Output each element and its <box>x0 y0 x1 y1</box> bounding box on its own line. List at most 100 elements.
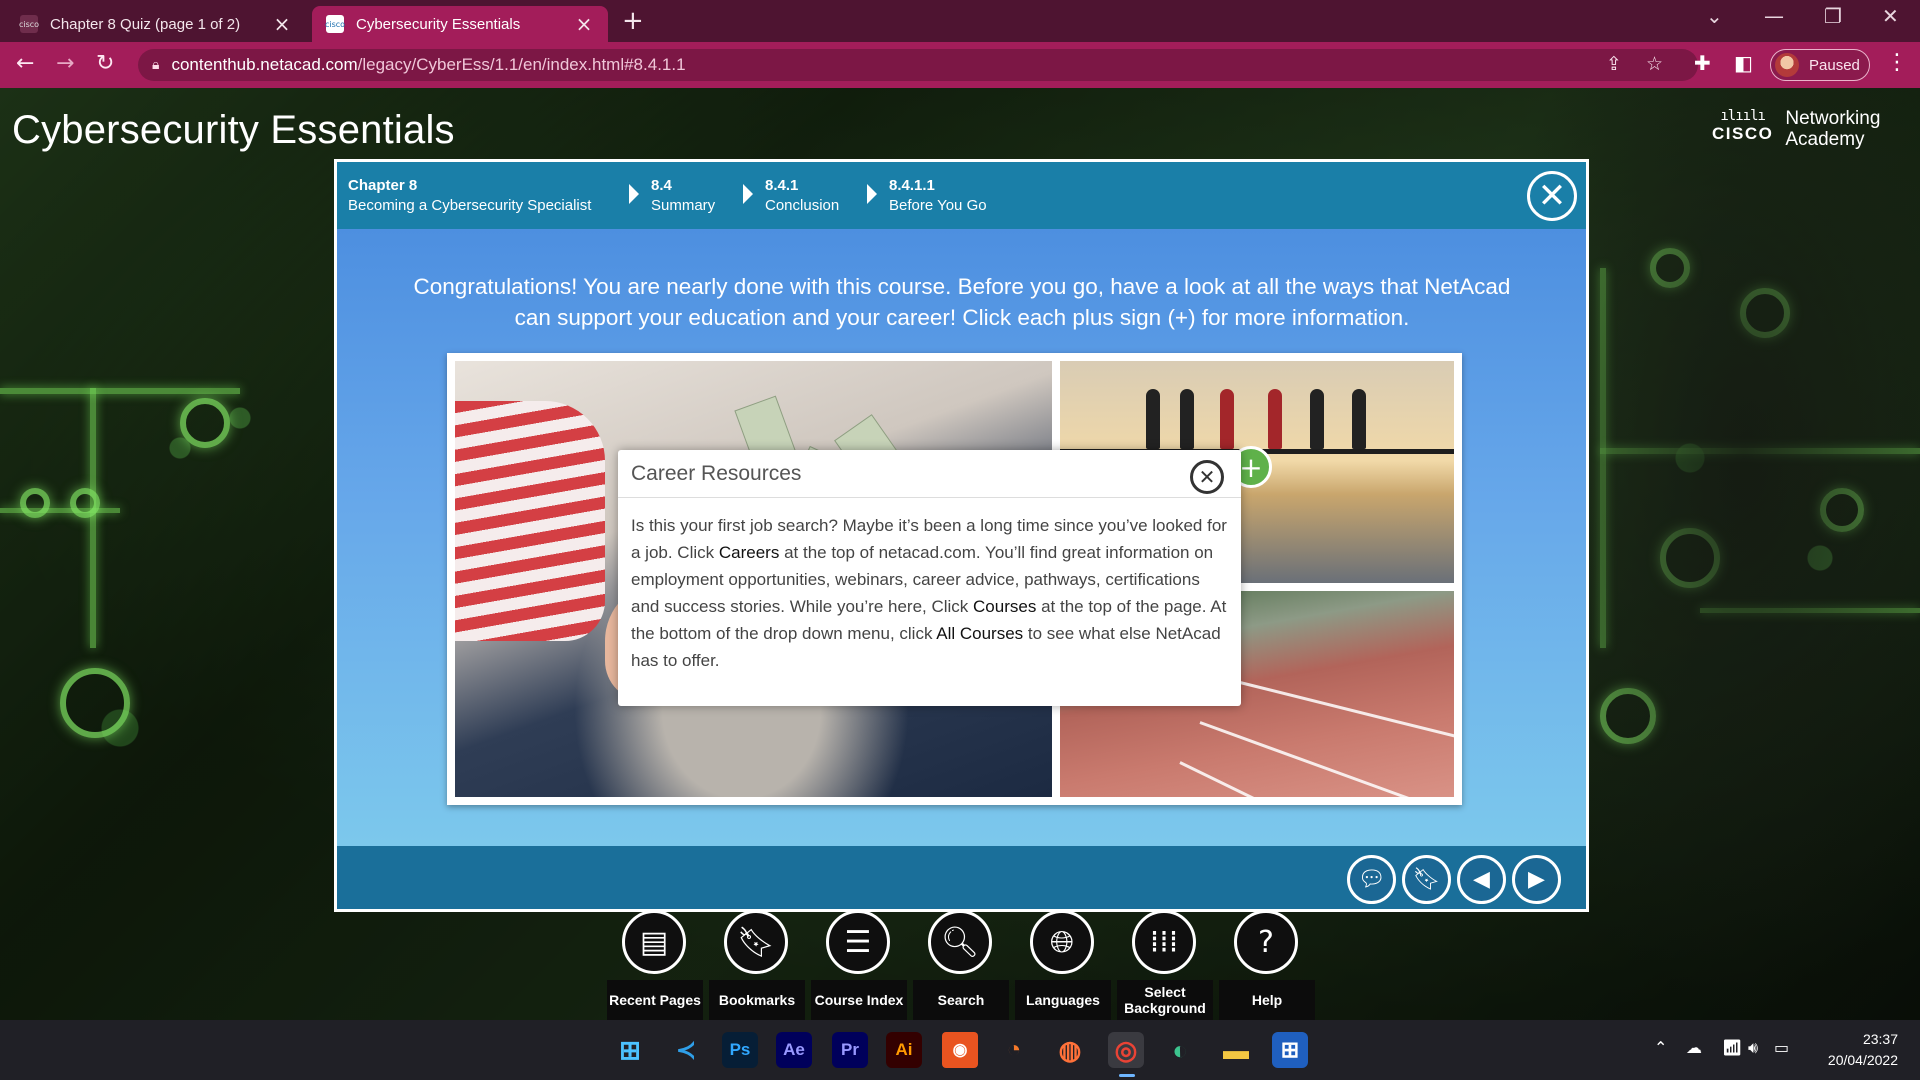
browser-toolbar: ← → ↻ 🔒︎ contenthub.netacad.com/legacy/C… <box>0 42 1920 88</box>
search-button[interactable]: 🔍︎ Search <box>910 910 1012 1020</box>
windows-start-icon[interactable]: ⊞ <box>612 1032 648 1068</box>
browser-tab-strip: cisco Chapter 8 Quiz (page 1 of 2) × cis… <box>0 0 1920 42</box>
breadcrumb-title: Summary <box>651 197 716 214</box>
ubuntu-icon[interactable]: ◉ <box>942 1032 978 1068</box>
popup-emphasis: Courses <box>973 597 1037 616</box>
illustrator-icon[interactable]: Ai <box>886 1032 922 1068</box>
breadcrumb-title: Before You Go <box>889 197 987 214</box>
breadcrumb-page[interactable]: 8.4.1.1 Before You Go <box>889 176 987 216</box>
tool-label: Bookmarks <box>709 980 805 1020</box>
silhouette-person <box>1268 389 1282 449</box>
breadcrumb-title: Becoming a Cybersecurity Specialist <box>348 197 592 214</box>
chrome-icon[interactable]: ◎ <box>1108 1032 1144 1068</box>
previous-page-button[interactable]: ◀ <box>1457 855 1506 904</box>
premiere-icon[interactable]: Pr <box>832 1032 868 1068</box>
cisco-favicon-icon: cisco <box>325 15 345 33</box>
breadcrumb-arrow-icon <box>743 184 753 204</box>
breadcrumb-number: 8.4.1 <box>765 177 799 194</box>
vscode-icon[interactable]: ≺ <box>668 1032 704 1068</box>
track-lane <box>1239 681 1454 747</box>
tool-label: Course Index <box>811 980 907 1020</box>
circuit-trace <box>90 388 96 648</box>
forward-icon[interactable]: → <box>56 51 74 76</box>
firefox-icon[interactable]: ◍ <box>1052 1032 1088 1068</box>
breadcrumb-section[interactable]: 8.4 Summary <box>651 176 715 216</box>
silhouette-person <box>1146 389 1160 449</box>
battery-icon[interactable]: ▭ <box>1774 1038 1789 1057</box>
help-button[interactable]: ? Help <box>1216 910 1318 1020</box>
course-index-button[interactable]: ☰ Course Index <box>808 910 910 1020</box>
volume-icon[interactable]: 🔊︎ <box>1748 1038 1758 1058</box>
file-explorer-icon[interactable]: ▬ <box>1218 1032 1254 1068</box>
logo-line-1: Networking <box>1785 108 1881 129</box>
bookmark-star-icon[interactable]: ☆ <box>1646 53 1663 75</box>
select-background-button[interactable]: ⁞⁞⁞ Select Background <box>1114 910 1216 1020</box>
more-menu-icon[interactable]: ⋮ <box>1886 50 1908 75</box>
bookmark-button[interactable]: 🔖︎ <box>1402 855 1451 904</box>
popup-emphasis: Careers <box>718 543 780 562</box>
wifi-icon[interactable]: 📶︎ <box>1722 1038 1742 1057</box>
breadcrumb-topic[interactable]: 8.4.1 Conclusion <box>765 176 839 216</box>
image-collage: + Career Resources ✕ Is this your first … <box>447 353 1462 805</box>
tab-chapter-quiz[interactable]: cisco Chapter 8 Quiz (page 1 of 2) × <box>6 6 306 42</box>
languages-button[interactable]: 🌐︎ Languages <box>1012 910 1114 1020</box>
content-footer: 💬︎ 🔖︎ ◀ ▶ <box>337 846 1586 909</box>
windows-taskbar: ⊞ ≺ Ps Ae Pr Ai ◉ ◔ ◍ ◎ ◐ ▬ ⊞ ⌃ ☁ 📶︎ 🔊︎ … <box>0 1020 1920 1080</box>
extensions-icon[interactable]: ✚ <box>1694 51 1711 75</box>
speech-bubble-icon: 💬︎ <box>1357 867 1386 892</box>
cisco-bridge-icon: ılıılı <box>1720 108 1766 124</box>
close-tab-icon[interactable]: × <box>272 12 292 36</box>
breadcrumb-number: 8.4.1.1 <box>889 177 935 194</box>
cisco-favicon-icon: cisco <box>19 15 39 33</box>
back-icon[interactable]: ← <box>16 51 34 76</box>
tool-label: Select Background <box>1117 980 1213 1020</box>
close-course-button[interactable]: ✕ <box>1527 171 1577 221</box>
microsoft-store-icon[interactable]: ⊞ <box>1272 1032 1308 1068</box>
divider <box>618 497 1241 498</box>
breadcrumb-arrow-icon <box>867 184 877 204</box>
tool-label: Search <box>913 980 1009 1020</box>
circuit-pad <box>60 668 130 738</box>
restore-icon[interactable]: ❐ <box>1824 4 1842 28</box>
lock-icon: 🔒︎ <box>152 57 160 73</box>
breadcrumb-chapter[interactable]: Chapter 8 Becoming a Cybersecurity Speci… <box>348 176 591 216</box>
new-tab-icon[interactable]: + <box>622 6 644 36</box>
silhouette-person <box>1352 389 1366 449</box>
recent-pages-icon: ▤ <box>622 910 686 974</box>
breadcrumb: Chapter 8 Becoming a Cybersecurity Speci… <box>337 162 1586 229</box>
profile-button[interactable]: Paused <box>1770 49 1870 81</box>
help-icon: ? <box>1234 910 1298 974</box>
tool-label: Languages <box>1015 980 1111 1020</box>
system-clock[interactable]: 23:37 20/04/2022 <box>1806 1029 1898 1071</box>
recent-pages-button[interactable]: ▤ Recent Pages <box>604 910 706 1020</box>
blender-icon[interactable]: ◔ <box>996 1032 1032 1068</box>
close-tab-icon[interactable]: × <box>574 12 594 36</box>
chevron-up-icon[interactable]: ⌃ <box>1654 1038 1667 1057</box>
career-resources-popup: Career Resources ✕ Is this your first jo… <box>618 450 1241 706</box>
silhouette-person <box>1180 389 1194 449</box>
address-bar[interactable]: 🔒︎ contenthub.netacad.com/legacy/CyberEs… <box>138 49 1698 81</box>
minimize-icon[interactable]: — <box>1764 4 1784 28</box>
onedrive-cloud-icon[interactable]: ☁ <box>1686 1038 1702 1057</box>
silhouette-person <box>1220 389 1234 449</box>
breadcrumb-number: Chapter 8 <box>348 177 418 194</box>
cisco-networking-academy-logo: ılıılı CISCO Networking Academy <box>1712 108 1880 150</box>
after-effects-icon[interactable]: Ae <box>776 1032 812 1068</box>
tab-search-chevron-icon[interactable]: ⌄ <box>1706 4 1723 28</box>
side-panel-icon[interactable]: ◧ <box>1734 51 1753 75</box>
url-path: /legacy/CyberEss/1.1/en/index.html#8.4.1… <box>357 55 686 74</box>
bookmarks-button[interactable]: 🔖︎ Bookmarks <box>706 910 808 1020</box>
comment-button[interactable]: 💬︎ <box>1347 855 1396 904</box>
reload-icon[interactable]: ↻ <box>96 51 114 76</box>
tool-label: Recent Pages <box>607 980 703 1020</box>
popup-body: Is this your first job search? Maybe it’… <box>631 512 1231 674</box>
close-popup-button[interactable]: ✕ <box>1190 460 1224 494</box>
next-page-button[interactable]: ▶ <box>1512 855 1561 904</box>
photoshop-icon[interactable]: Ps <box>722 1032 758 1068</box>
breadcrumb-number: 8.4 <box>651 177 672 194</box>
breadcrumb-title: Conclusion <box>765 197 840 214</box>
close-window-icon[interactable]: ✕ <box>1882 4 1899 28</box>
edge-icon[interactable]: ◐ <box>1162 1032 1198 1068</box>
share-icon[interactable]: ⇪ <box>1606 53 1622 75</box>
tab-cybersecurity-essentials[interactable]: cisco Cybersecurity Essentials × <box>312 6 608 42</box>
